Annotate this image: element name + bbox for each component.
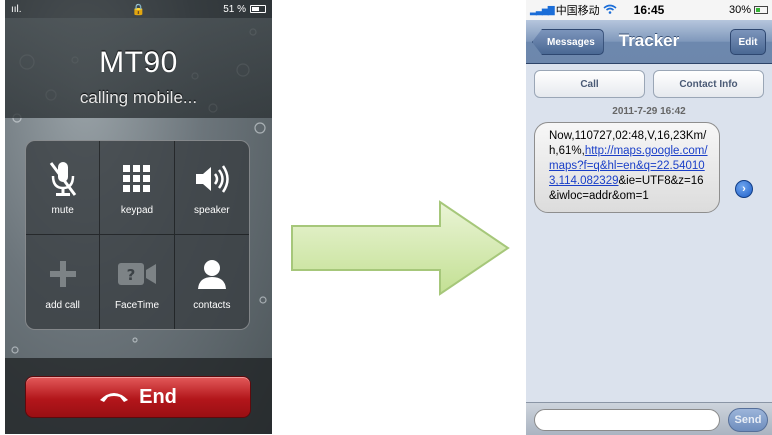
message-timestamp: 2011-7-29 16:42 [612,106,686,117]
call-controls-grid: mute keypad speaker add call ? FaceTime … [25,140,250,330]
carrier-name: 中国移动 [555,5,600,17]
call-button[interactable]: Call [534,70,645,98]
signal-strength: ııl. [11,3,22,15]
mute-button[interactable]: mute [26,141,101,235]
speaker-icon [194,159,230,199]
contacts-label: contacts [193,299,231,311]
compose-bar: Send [526,402,772,435]
composite-illustration: ııl. 🔒 51 % MT90 calling mobile... mute … [0,0,772,435]
status-bar: ▂▃▅▇ 中国移动 16:45 30% [526,0,772,20]
keypad-label: keypad [120,205,154,216]
message-input[interactable] [534,409,720,431]
status-right: 51 % [223,4,266,15]
contact-info-button[interactable]: Contact Info [653,70,764,98]
lock-icon: 🔒 [131,3,146,16]
speaker-button[interactable]: speaker [174,141,249,235]
signal-icon: ▂▃▅▇ [530,4,555,15]
call-screen: ııl. 🔒 51 % MT90 calling mobile... mute … [5,0,272,434]
end-call-bar: End [5,358,272,434]
add-call-label: add call [45,299,80,311]
facetime-label: FaceTime [114,299,160,311]
wifi-icon [603,4,617,17]
contacts-icon [197,254,227,294]
right-arrow-icon [291,200,510,296]
mute-label: mute [51,205,74,216]
speaker-label: speaker [194,205,230,216]
battery-percent: 51 % [223,3,246,15]
hang-up-icon [99,386,129,409]
caller-name: MT90 [99,46,178,79]
send-button[interactable]: Send [728,408,768,432]
call-status: calling mobile... [79,88,198,107]
end-call-label: End [139,385,177,408]
muted-mic-icon [48,159,78,199]
contact-actions: Call Contact Info [526,70,772,98]
svg-text:?: ? [127,266,136,284]
message-bubble: Now,110727,02:48,V,16,23Km/h,61%,http://… [534,122,720,213]
navigation-bar: Messages Tracker Edit [526,20,772,64]
add-call-button[interactable]: add call [26,235,101,329]
edit-button[interactable]: Edit [730,29,766,55]
clock: 16:45 [633,3,665,17]
battery-status: 30% [729,4,768,16]
end-call-button[interactable]: End [25,376,251,418]
chevron-right-icon[interactable]: › [735,180,753,198]
status-bar: ııl. 🔒 51 % [5,0,272,18]
contacts-button[interactable]: contacts [175,235,249,329]
battery-percent: 30% [728,4,751,16]
plus-icon [49,254,77,294]
battery-icon [250,5,266,13]
sms-screen: ▂▃▅▇ 中国移动 16:45 30% Messages Tracker Edi… [526,0,772,435]
battery-icon [754,6,768,14]
keypad-grid-icon [122,159,152,199]
keypad-button[interactable]: keypad [100,141,175,235]
facetime-icon: ? [117,254,157,294]
facetime-button[interactable]: ? FaceTime [100,235,175,329]
call-header: MT90 calling mobile... [5,18,272,118]
